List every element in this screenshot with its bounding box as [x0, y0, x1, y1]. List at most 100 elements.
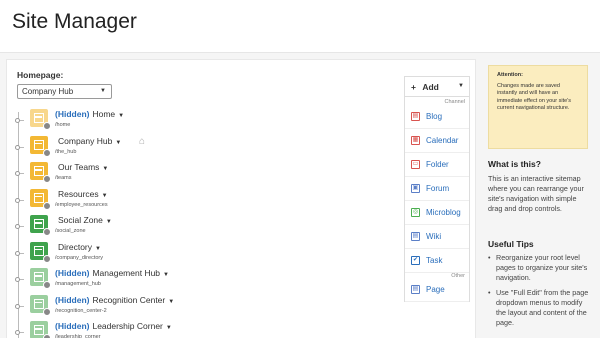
blog-icon: ▤ — [411, 112, 420, 121]
palette-item-page[interactable]: ▤ Page — [405, 279, 469, 302]
tree-node-path: /leadership_corner — [55, 334, 101, 338]
page-icon — [30, 135, 51, 157]
drag-handle[interactable] — [15, 118, 20, 123]
content-area: Homepage: Company Hub ▼ (Hidden) Home ▼/ho… — [0, 52, 600, 338]
page-icon — [30, 215, 51, 236]
palette-item-label: Microblog — [426, 208, 461, 217]
chevron-down-icon[interactable]: ▼ — [106, 219, 112, 225]
attention-box: Attention: Changes made are saved instan… — [488, 65, 588, 149]
tree-node-title[interactable]: Directory ▼ — [55, 242, 101, 252]
homepage-label: Homepage: — [17, 70, 64, 80]
sitemap-panel: Homepage: Company Hub ▼ (Hidden) Home ▼/ho… — [6, 59, 476, 338]
microblog-icon: ◎ — [411, 208, 420, 217]
palette-item-wiki[interactable]: ▤ Wiki — [405, 226, 469, 249]
tree-node-title[interactable]: Company Hub ▼ — [55, 136, 121, 146]
chevron-down-icon[interactable]: ▼ — [166, 325, 172, 331]
drag-handle[interactable] — [15, 277, 20, 282]
hidden-tag: (Hidden) — [55, 268, 90, 278]
hidden-tag: (Hidden) — [55, 321, 90, 331]
page-title: Site Manager — [12, 10, 137, 33]
hidden-tag: (Hidden) — [55, 294, 90, 305]
tree-node-label: Leadership Corner — [92, 321, 163, 331]
tree-node-title[interactable]: (Hidden) Recognition Center ▼ — [55, 295, 174, 305]
palette-item-label: Blog — [426, 112, 443, 121]
tree-node-title[interactable]: (Hidden) Leadership Corner ▼ — [55, 321, 172, 331]
page-icon — [30, 321, 51, 338]
page-icon: ▤ — [411, 285, 420, 294]
chevron-down-icon[interactable]: ▼ — [102, 193, 108, 199]
tree-node-title[interactable]: Resources ▼ — [55, 189, 108, 199]
page-icon — [30, 188, 51, 210]
tree-node-label: Recognition Center — [92, 294, 166, 305]
what-is-this-text: This is an interactive sitemap where you… — [488, 174, 584, 213]
tree-node-label: Our Teams — [58, 162, 100, 172]
task-icon: ✔ — [411, 256, 420, 265]
tree-node-path: /employee_resources — [55, 201, 108, 208]
hidden-tag: (Hidden) — [55, 109, 90, 119]
tree-node-path: /home — [55, 122, 71, 128]
chevron-down-icon[interactable]: ▼ — [102, 166, 108, 172]
palette-item-calendar[interactable]: ▦ Calendar — [405, 130, 469, 153]
attention-text: Changes made are saved instantly and wil… — [497, 82, 572, 112]
page-icon — [30, 268, 51, 289]
tree-node-title[interactable]: Our Teams ▼ — [55, 162, 108, 172]
tree-node-path: /management_hub — [55, 281, 101, 287]
drag-handle[interactable] — [15, 250, 20, 256]
folder-icon: ▭ — [411, 160, 420, 169]
chevron-down-icon[interactable]: ▼ — [168, 299, 174, 305]
tree-node-label: Home — [92, 109, 116, 119]
palette-item-label: Wiki — [426, 232, 442, 241]
palette-item-blog[interactable]: ▤ Blog — [405, 106, 469, 129]
tree-node-path: /company_directory — [55, 254, 103, 261]
attention-title: Attention: — [497, 72, 523, 78]
tree-node-label: Social Zone — [58, 215, 103, 225]
palette-item-task[interactable]: ✔ Task — [405, 250, 469, 273]
wiki-icon: ▤ — [411, 232, 420, 241]
useful-tips-heading: Useful Tips — [488, 239, 534, 249]
tip-item: Reorganize your root level pages to orga… — [488, 253, 592, 283]
tree-node-label: Resources — [58, 188, 99, 199]
page-icon — [30, 162, 51, 183]
drag-handle[interactable] — [15, 197, 20, 203]
tree-node-path: /the_hub — [55, 148, 77, 155]
chevron-down-icon[interactable]: ▼ — [163, 272, 169, 278]
plus-icon: + — [411, 82, 416, 92]
drag-handle[interactable] — [15, 171, 20, 176]
home-icon: ⌂ — [139, 135, 146, 147]
add-button-label: Add — [422, 82, 439, 92]
palette-item-forum[interactable]: ▣ Forum — [405, 178, 469, 201]
palette-item-label: Page — [426, 285, 445, 294]
tree-node-title[interactable]: (Hidden) Home ▼ — [55, 109, 124, 119]
tree-node-title[interactable]: (Hidden) Management Hub ▼ — [55, 268, 169, 278]
tree-node-label: Directory — [58, 241, 93, 252]
drag-handle[interactable] — [15, 303, 20, 309]
drag-handle[interactable] — [15, 330, 20, 335]
useful-tips-list: Reorganize your root level pages to orga… — [488, 253, 592, 333]
palette-item-microblog[interactable]: ◎ Microblog — [405, 202, 469, 225]
calendar-icon: ▦ — [411, 136, 420, 145]
palette-item-label: Calendar — [426, 136, 459, 145]
homepage-select[interactable]: Company Hub ▼ — [17, 84, 112, 99]
drag-handle[interactable] — [15, 144, 20, 150]
palette-item-label: Forum — [426, 184, 450, 193]
add-button[interactable]: + Add ▼ — [405, 77, 469, 97]
channel-group-label: Channel — [444, 99, 466, 105]
palette-item-folder[interactable]: ▭ Folder — [405, 154, 469, 177]
tree-node-path: /teams — [55, 175, 72, 181]
page-icon — [30, 294, 51, 316]
homepage-select-value: Company Hub — [22, 87, 74, 96]
palette-item-label: Folder — [426, 160, 449, 169]
chevron-down-icon: ▼ — [458, 83, 464, 89]
tree-node-title[interactable]: Social Zone ▼ — [55, 215, 112, 225]
palette-item-label: Task — [426, 256, 443, 265]
drag-handle[interactable] — [15, 224, 20, 229]
forum-icon: ▣ — [411, 184, 420, 193]
tree-node-label: Company Hub — [58, 135, 113, 146]
page-icon — [30, 109, 51, 130]
what-is-this-heading: What is this? — [488, 159, 541, 169]
chevron-down-icon: ▼ — [100, 88, 106, 94]
page-icon — [30, 241, 51, 263]
chevron-down-icon[interactable]: ▼ — [95, 246, 101, 252]
chevron-down-icon[interactable]: ▼ — [118, 113, 124, 119]
chevron-down-icon[interactable]: ▼ — [115, 140, 121, 146]
